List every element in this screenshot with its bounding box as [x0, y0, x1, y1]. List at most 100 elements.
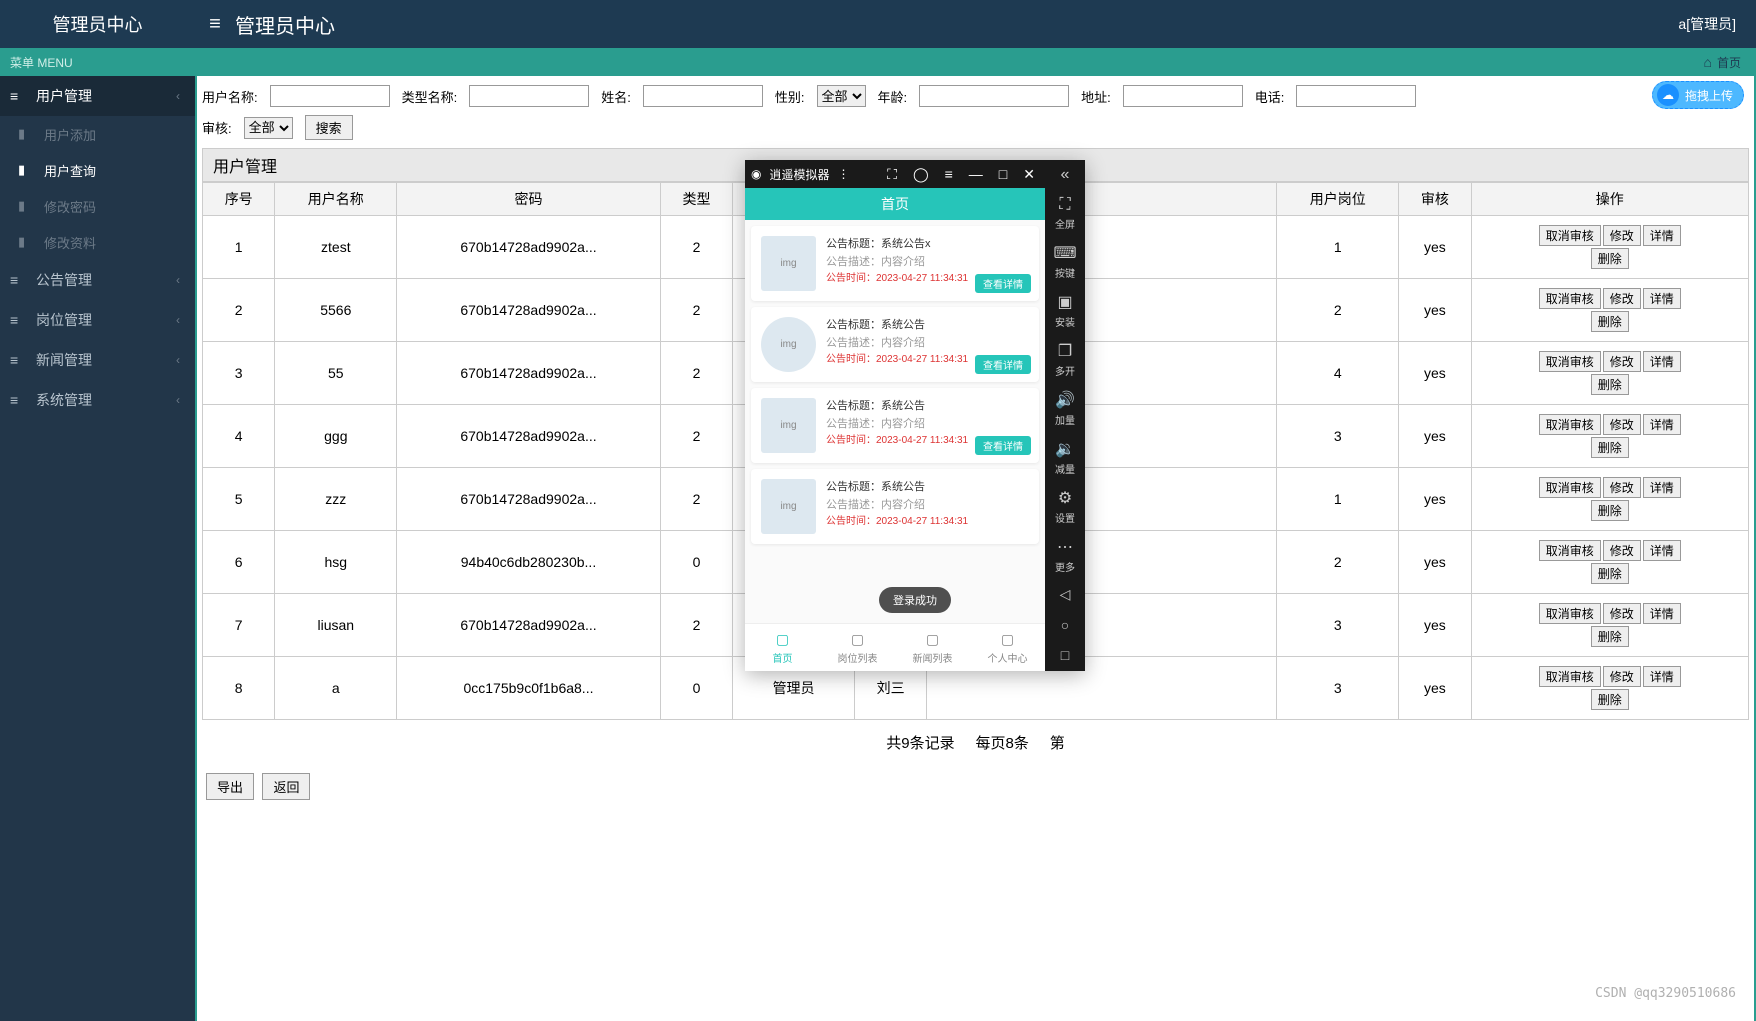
sidebar-subitem[interactable]: ▮用户添加: [0, 116, 195, 152]
delete-button[interactable]: 删除: [1591, 311, 1629, 332]
sidebar-subitem[interactable]: ▮修改资料: [0, 224, 195, 260]
notice-card[interactable]: img 公告标题：系统公告 公告描述：内容介绍 公告时间：2023-04-27 …: [751, 307, 1039, 382]
export-button[interactable]: 导出: [206, 773, 254, 800]
view-detail-button[interactable]: 查看详情: [975, 274, 1031, 293]
cancel-audit-button[interactable]: 取消审核: [1539, 351, 1601, 372]
name-label: 姓名:: [601, 87, 631, 106]
side-volup-button[interactable]: 🔊加量: [1055, 390, 1075, 427]
detail-button[interactable]: 详情: [1643, 351, 1681, 372]
side-fullscreen-button[interactable]: ⛶全屏: [1055, 196, 1075, 231]
delete-button[interactable]: 删除: [1591, 563, 1629, 584]
view-detail-button[interactable]: 查看详情: [975, 436, 1031, 455]
edit-button[interactable]: 修改: [1603, 351, 1641, 372]
table-cell: zzz: [275, 468, 397, 531]
detail-button[interactable]: 详情: [1643, 477, 1681, 498]
sidebar-item-label: 公告管理: [36, 270, 92, 290]
current-user[interactable]: a[管理员]: [1678, 14, 1736, 34]
emulator-window[interactable]: ◉ 逍遥模拟器 ⋮ ⛶ ◯ ≡ — □ ✕ 首页 img 公告标题：系统公告x …: [745, 160, 1085, 671]
table-cell: 670b14728ad9902a...: [397, 342, 661, 405]
back-button[interactable]: 返回: [262, 773, 310, 800]
menu-toggle-icon[interactable]: ≡: [195, 13, 235, 36]
notice-card[interactable]: img 公告标题：系统公告 公告描述：内容介绍 公告时间：2023-04-27 …: [751, 469, 1039, 544]
user-icon[interactable]: ◯: [909, 166, 933, 183]
close-icon[interactable]: ✕: [1019, 166, 1039, 183]
detail-button[interactable]: 详情: [1643, 540, 1681, 561]
side-install-button[interactable]: ▣安装: [1055, 292, 1075, 329]
app-body[interactable]: img 公告标题：系统公告x 公告描述：内容介绍 公告时间：2023-04-27…: [745, 220, 1045, 623]
sidebar-subitem[interactable]: ▮修改密码: [0, 188, 195, 224]
cancel-audit-button[interactable]: 取消审核: [1539, 540, 1601, 561]
edit-button[interactable]: 修改: [1603, 540, 1641, 561]
side-keys-button[interactable]: ⌨按键: [1053, 243, 1076, 280]
view-detail-button[interactable]: 查看详情: [975, 355, 1031, 374]
sidebar-subitem-label: 修改资料: [44, 233, 96, 252]
app-tab[interactable]: ▢首页: [745, 624, 820, 671]
nav-recent-icon[interactable]: □: [1061, 647, 1069, 663]
side-collapse-button[interactable]: «: [1061, 166, 1070, 184]
cancel-audit-button[interactable]: 取消审核: [1539, 477, 1601, 498]
more-icon[interactable]: ⋮: [838, 167, 850, 181]
detail-button[interactable]: 详情: [1643, 414, 1681, 435]
notice-card[interactable]: img 公告标题：系统公告x 公告描述：内容介绍 公告时间：2023-04-27…: [751, 226, 1039, 301]
menu-icon[interactable]: ≡: [941, 166, 957, 182]
sidebar-item[interactable]: ≡新闻管理‹: [0, 340, 195, 380]
typename-input[interactable]: [469, 85, 589, 107]
addr-input[interactable]: [1123, 85, 1243, 107]
side-more-button[interactable]: ⋯更多: [1055, 537, 1075, 574]
search-button[interactable]: 搜索: [305, 115, 353, 140]
sidebar-item[interactable]: ≡用户管理‹: [0, 76, 195, 116]
upload-widget[interactable]: ☁ 拖拽上传: [1652, 81, 1744, 109]
detail-button[interactable]: 详情: [1643, 225, 1681, 246]
cancel-audit-button[interactable]: 取消审核: [1539, 603, 1601, 624]
maximize-icon[interactable]: □: [995, 166, 1011, 182]
cancel-audit-button[interactable]: 取消审核: [1539, 288, 1601, 309]
edit-button[interactable]: 修改: [1603, 603, 1641, 624]
edit-button[interactable]: 修改: [1603, 225, 1641, 246]
nav-home-icon[interactable]: ○: [1061, 617, 1069, 633]
delete-button[interactable]: 删除: [1591, 626, 1629, 647]
cancel-audit-button[interactable]: 取消审核: [1539, 414, 1601, 435]
username-input[interactable]: [270, 85, 390, 107]
typename-label: 类型名称:: [402, 87, 458, 106]
age-input[interactable]: [919, 85, 1069, 107]
cancel-audit-button[interactable]: 取消审核: [1539, 666, 1601, 687]
side-multi-button[interactable]: ❐多开: [1055, 341, 1075, 378]
delete-button[interactable]: 删除: [1591, 248, 1629, 269]
detail-button[interactable]: 详情: [1643, 666, 1681, 687]
edit-button[interactable]: 修改: [1603, 414, 1641, 435]
detail-button[interactable]: 详情: [1643, 288, 1681, 309]
app-tab[interactable]: ▢新闻列表: [895, 624, 970, 671]
edit-button[interactable]: 修改: [1603, 666, 1641, 687]
table-cell: 2: [660, 468, 732, 531]
side-voldown-button[interactable]: 🔉减量: [1055, 439, 1075, 476]
notice-title: 公告标题：系统公告: [826, 398, 968, 416]
table-header: 用户名称: [275, 183, 397, 216]
side-settings-button[interactable]: ⚙设置: [1055, 488, 1075, 525]
nav-back-icon[interactable]: ◁: [1060, 586, 1071, 603]
edit-button[interactable]: 修改: [1603, 477, 1641, 498]
detail-button[interactable]: 详情: [1643, 603, 1681, 624]
emulator-titlebar[interactable]: ◉ 逍遥模拟器 ⋮ ⛶ ◯ ≡ — □ ✕: [745, 160, 1045, 188]
tel-input[interactable]: [1296, 85, 1416, 107]
fullscreen-icon[interactable]: ⛶: [883, 166, 901, 183]
home-link-text: 首页: [1717, 54, 1741, 71]
cancel-audit-button[interactable]: 取消审核: [1539, 225, 1601, 246]
sidebar-item[interactable]: ≡系统管理‹: [0, 380, 195, 420]
top-header: 管理员中心 ≡ 管理员中心 a[管理员]: [0, 0, 1756, 48]
delete-button[interactable]: 删除: [1591, 437, 1629, 458]
gender-select[interactable]: 全部: [817, 85, 866, 107]
edit-button[interactable]: 修改: [1603, 288, 1641, 309]
delete-button[interactable]: 删除: [1591, 689, 1629, 710]
sidebar-item[interactable]: ≡公告管理‹: [0, 260, 195, 300]
delete-button[interactable]: 删除: [1591, 500, 1629, 521]
audit-select[interactable]: 全部: [244, 117, 293, 139]
sidebar-item[interactable]: ≡岗位管理‹: [0, 300, 195, 340]
name-input[interactable]: [643, 85, 763, 107]
minimize-icon[interactable]: —: [965, 166, 987, 182]
notice-card[interactable]: img 公告标题：系统公告 公告描述：内容介绍 公告时间：2023-04-27 …: [751, 388, 1039, 463]
app-tab[interactable]: ▢个人中心: [970, 624, 1045, 671]
breadcrumb-home[interactable]: ⌂ 首页: [1704, 54, 1741, 71]
sidebar-subitem[interactable]: ▮用户查询: [0, 152, 195, 188]
delete-button[interactable]: 删除: [1591, 374, 1629, 395]
app-tab[interactable]: ▢岗位列表: [820, 624, 895, 671]
